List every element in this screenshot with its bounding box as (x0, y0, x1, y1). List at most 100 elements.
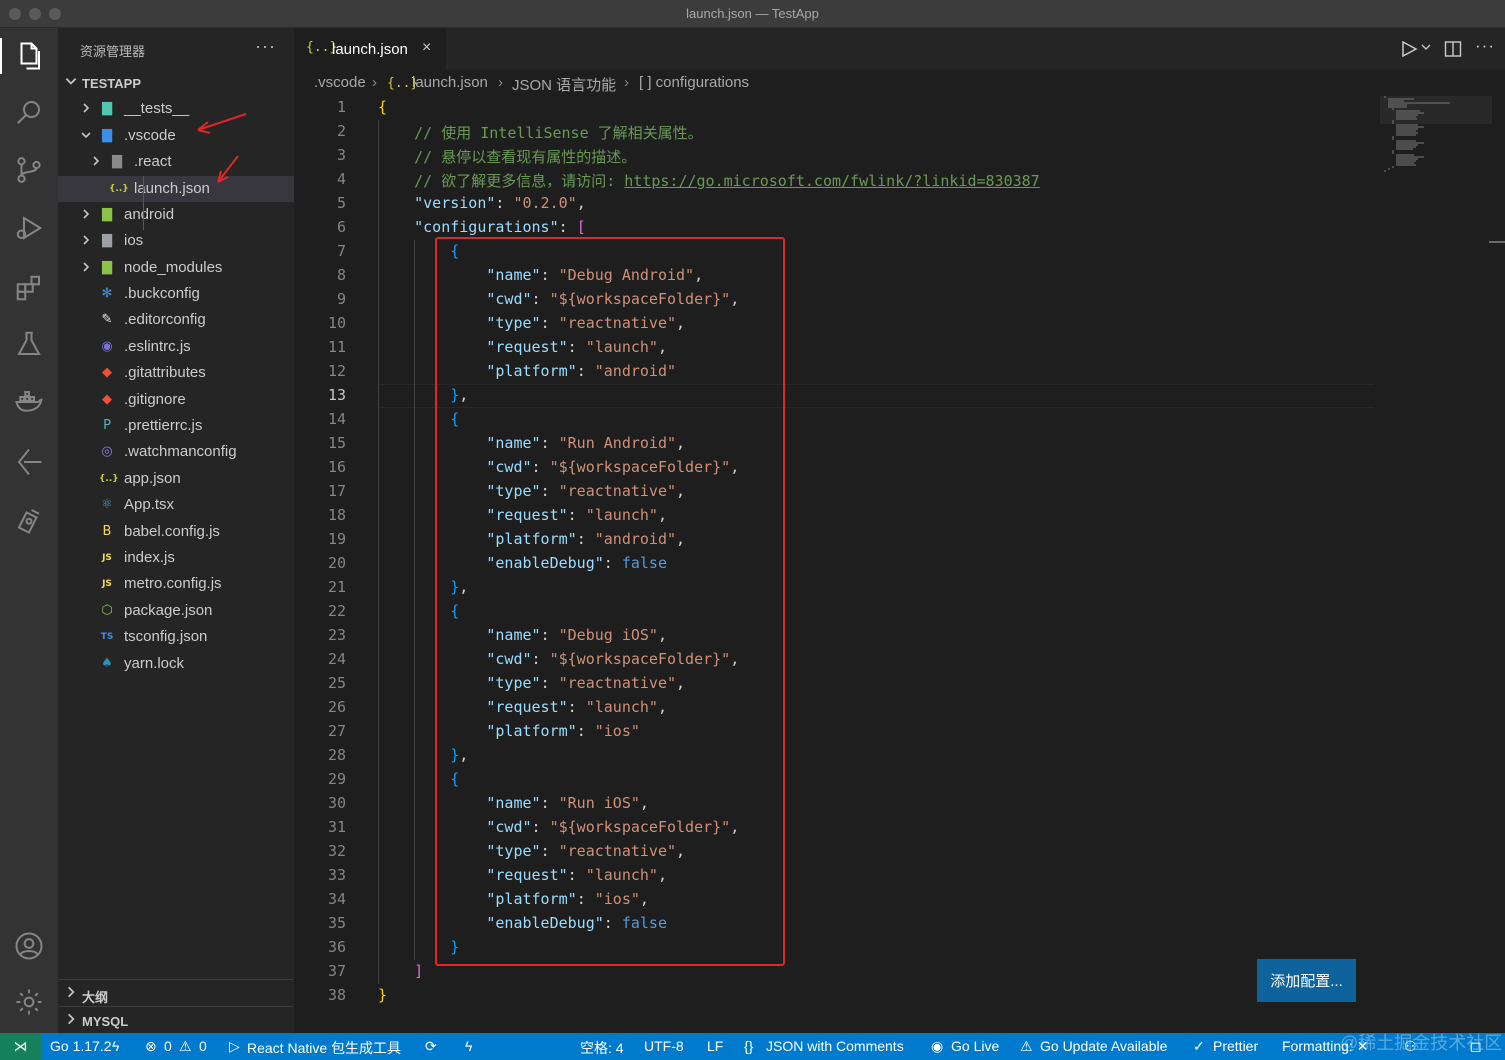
tab-bar: {..} launch.json × ··· (294, 28, 1505, 70)
file-tree-item[interactable]: ▇ .react (58, 149, 294, 175)
line-number: 34 (327, 890, 346, 908)
line-number: 1 (336, 98, 346, 116)
code-line[interactable]: 3 // 悬停以查看现有属性的描述。 (294, 144, 1384, 168)
file-tree-item[interactable]: P .prettierrc.js (58, 413, 294, 439)
warning-icon[interactable]: ⚠ (179, 1038, 192, 1055)
line-number: 3 (336, 146, 346, 164)
go-version[interactable]: Go 1.17.2 (50, 1038, 112, 1054)
file-name: .react (134, 153, 172, 170)
file-tree-item[interactable]: JS metro.config.js (58, 571, 294, 597)
file-tree-item[interactable]: ♠ yarn.lock (58, 651, 294, 677)
chevron-right-icon: › (372, 74, 377, 91)
braces-icon: {} (744, 1038, 754, 1054)
file-tree-item[interactable]: ◆ .gitignore (58, 387, 294, 413)
code-line[interactable]: 2 // 使用 IntelliSense 了解相关属性。 (294, 120, 1384, 144)
lightning-icon[interactable]: ϟ (465, 1038, 472, 1054)
sync-icon[interactable]: ⟳ (425, 1038, 437, 1055)
add-configuration-button[interactable]: 添加配置... (1257, 959, 1356, 1002)
file-tree-item[interactable]: TS tsconfig.json (58, 624, 294, 650)
line-number: 19 (327, 530, 346, 548)
breadcrumb-item[interactable]: .vscode (314, 74, 366, 91)
file-tree-item[interactable]: ◆ .gitattributes (58, 360, 294, 386)
more-actions-button[interactable]: ··· (255, 36, 276, 57)
file-type-icon: ▇ (102, 128, 112, 143)
file-tree-item[interactable]: JS index.js (58, 545, 294, 571)
split-editor-icon[interactable] (1444, 40, 1462, 58)
code-line[interactable]: 5 "version": "0.2.0", (294, 192, 1384, 216)
line-number: 14 (327, 410, 346, 428)
code-line[interactable]: 38} (294, 984, 1384, 1008)
warning-count[interactable]: 0 (199, 1038, 207, 1054)
language-mode[interactable]: JSON with Comments (766, 1038, 904, 1054)
line-number: 27 (327, 722, 346, 740)
run-icon[interactable] (1400, 40, 1418, 58)
breadcrumb-item[interactable]: [ ] configurations (639, 74, 749, 91)
file-type-icon: ◎ (101, 444, 113, 460)
file-tree-item[interactable]: ▇ android (58, 202, 294, 228)
source-control-icon[interactable] (0, 146, 58, 194)
file-tree-item[interactable]: ▇ .vscode (58, 123, 294, 149)
error-count[interactable]: 0 (164, 1038, 172, 1054)
extensions-icon[interactable] (0, 264, 58, 312)
line-text: // 悬停以查看现有属性的描述。 (414, 148, 637, 166)
react-native-packager[interactable]: React Native 包生成工具 (247, 1038, 401, 1058)
code-line[interactable]: 4 // 欲了解更多信息，请访问: https://go.microsoft.c… (294, 168, 1384, 192)
remote-explorer-icon[interactable] (0, 496, 58, 544)
line-text: ] (414, 962, 424, 980)
chevron-down-icon (65, 78, 77, 85)
go-update[interactable]: Go Update Available (1040, 1038, 1167, 1054)
explorer-header: 资源管理器 ··· (58, 28, 294, 70)
file-tree-item[interactable]: ◉ .eslintrc.js (58, 334, 294, 360)
file-tree-item[interactable]: ✻ .buckconfig (58, 281, 294, 307)
prettier[interactable]: Prettier (1213, 1038, 1258, 1054)
more-actions-icon[interactable]: ··· (1475, 36, 1495, 56)
file-tree-item[interactable]: ◎ .watchmanconfig (58, 439, 294, 465)
file-tree-item[interactable]: ▇ __tests__ (58, 96, 294, 122)
activity-bar (0, 28, 58, 1033)
file-type-icon: JS (102, 553, 112, 563)
remote-indicator-icon[interactable]: ⋊ (0, 1033, 41, 1060)
account-icon[interactable] (0, 922, 58, 970)
error-icon[interactable]: ⊗ (145, 1038, 157, 1055)
project-section-header[interactable]: TESTAPP (58, 70, 294, 96)
outline-section-header[interactable]: 大纲 (58, 981, 294, 1007)
indentation[interactable]: 空格: 4 (580, 1038, 624, 1058)
mysql-section-header[interactable]: MYSQL (58, 1008, 294, 1034)
breadcrumb-item[interactable]: launch.json (412, 74, 488, 91)
gitlens-icon[interactable] (0, 438, 58, 486)
minimap-line (1392, 138, 1394, 140)
testing-icon[interactable] (0, 320, 58, 368)
file-name: yarn.lock (124, 654, 185, 672)
file-tree-item[interactable]: ⬡ package.json (58, 598, 294, 624)
encoding[interactable]: UTF-8 (644, 1038, 684, 1054)
file-tree-item[interactable]: ▇ ios (58, 228, 294, 254)
line-number: 17 (327, 482, 346, 500)
minimap[interactable] (1384, 96, 1496, 176)
search-icon[interactable] (0, 88, 58, 136)
tab-launch-json[interactable]: {..} launch.json × (294, 28, 446, 70)
chevron-down-icon[interactable] (1421, 44, 1431, 52)
file-type-icon: ⬡ (101, 602, 113, 618)
end-of-line[interactable]: LF (707, 1038, 723, 1054)
breadcrumb-item[interactable]: JSON 语言功能 (512, 74, 616, 95)
explorer-icon[interactable] (0, 32, 58, 80)
scrollbar-marker (1489, 241, 1505, 243)
settings-gear-icon[interactable] (0, 978, 58, 1026)
file-tree-item[interactable]: ✎ .editorconfig (58, 307, 294, 333)
file-tree-item[interactable]: {..} app.json (58, 466, 294, 492)
run-debug-icon[interactable] (0, 204, 58, 252)
close-tab-icon[interactable]: × (422, 39, 431, 57)
file-tree-item[interactable]: ▇ node_modules (58, 255, 294, 281)
file-tree-item[interactable]: Bbabel.config.js (58, 519, 294, 545)
divider (58, 979, 294, 980)
file-name: __tests__ (124, 100, 190, 117)
file-name: App.tsx (124, 496, 175, 514)
code-line[interactable]: 1{ (294, 96, 1384, 120)
minimap-line (1384, 170, 1386, 172)
docker-icon[interactable] (0, 378, 58, 426)
file-name: .editorconfig (124, 311, 206, 329)
file-tree-item[interactable]: ⚛ App.tsx (58, 492, 294, 518)
file-tree-item[interactable]: {..} launch.json (58, 176, 294, 202)
line-number: 24 (327, 650, 346, 668)
go-live[interactable]: Go Live (951, 1038, 999, 1054)
